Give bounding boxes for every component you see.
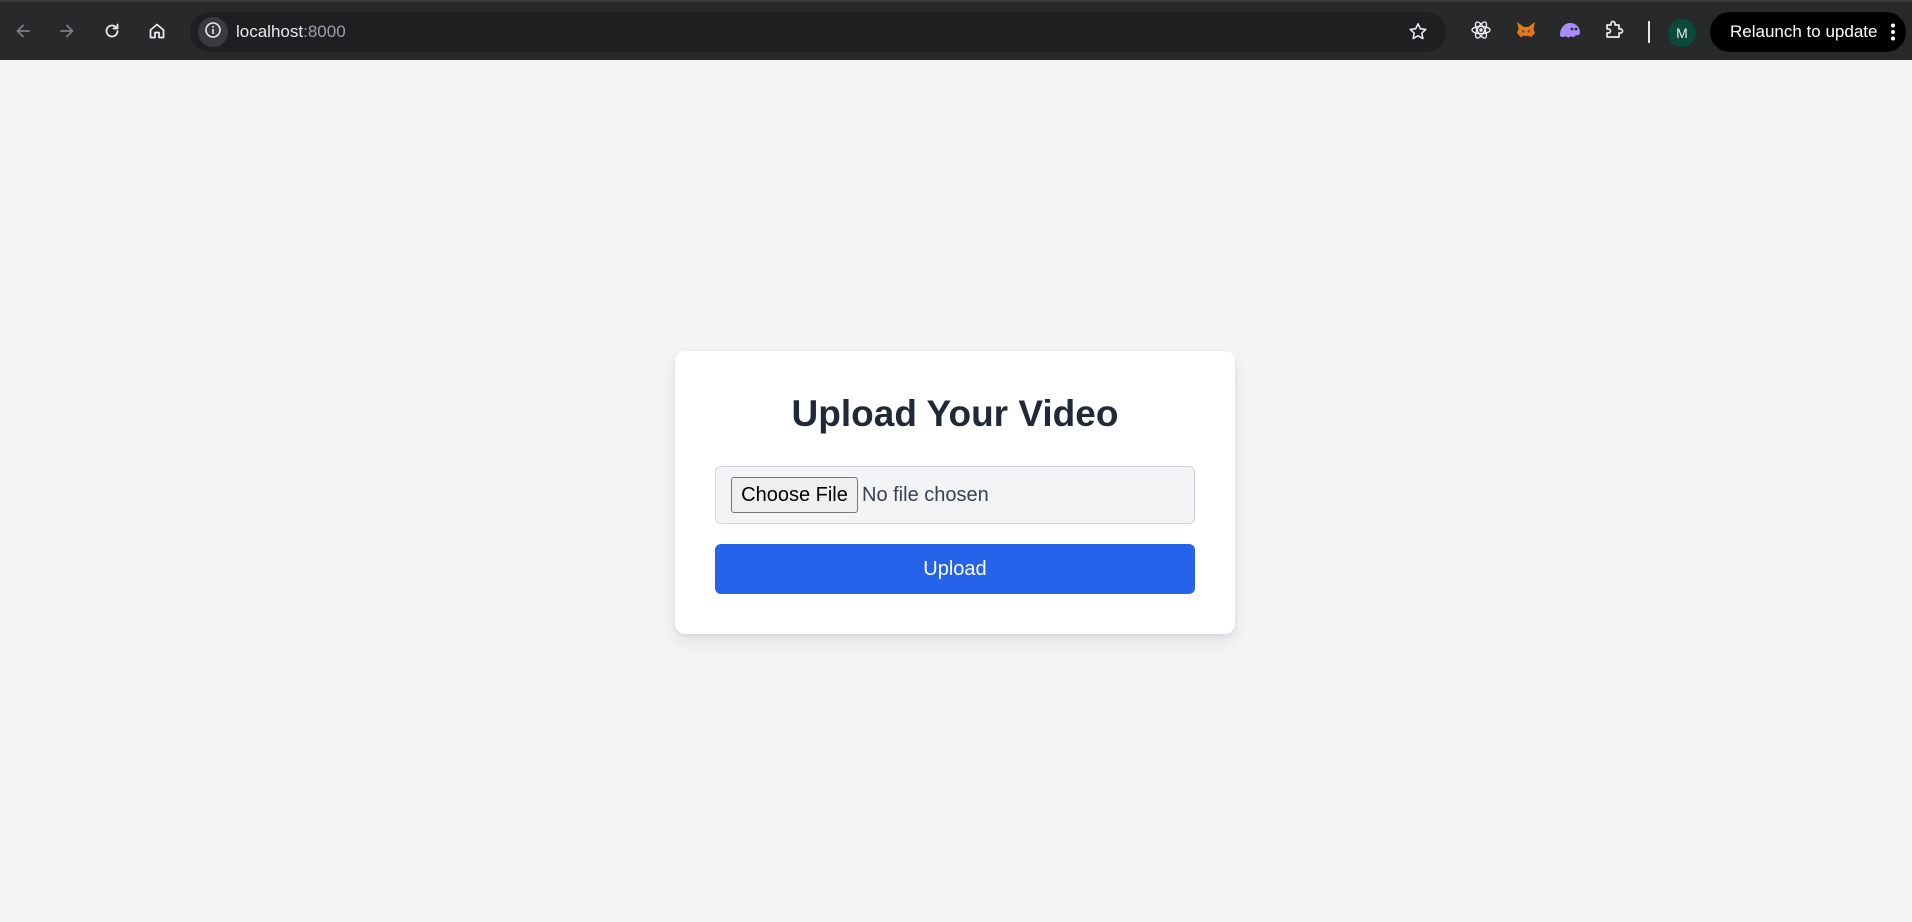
react-devtools-extension[interactable] [1467, 18, 1495, 46]
ghost-extension[interactable] [1556, 18, 1584, 46]
metamask-extension[interactable] [1512, 18, 1540, 46]
forward-button[interactable] [50, 14, 84, 48]
toolbar-surface: localhost:8000 M Relaunch to update [0, 2, 1912, 60]
relaunch-label: Relaunch to update [1730, 22, 1878, 41]
metamask-fox-icon [1514, 18, 1538, 47]
home-button[interactable] [140, 14, 174, 48]
forward-arrow-icon [57, 21, 77, 41]
home-icon [147, 21, 167, 41]
url-port: :8000 [303, 22, 346, 41]
kebab-menu-icon[interactable] [1890, 22, 1896, 47]
star-icon [1406, 23, 1430, 48]
react-devtools-icon [1469, 18, 1493, 47]
choose-file-button[interactable]: Choose File [731, 477, 858, 513]
url-text[interactable]: localhost:8000 [236, 12, 346, 52]
file-status-text: No file chosen [862, 484, 989, 506]
ghost-extension-icon [1557, 18, 1583, 47]
puzzle-extensions-icon [1602, 18, 1626, 47]
extensions-button[interactable] [1600, 18, 1628, 46]
browser-toolbar: localhost:8000 M Relaunch to update [0, 0, 1912, 60]
upload-button[interactable]: Upload [715, 544, 1195, 594]
reload-button[interactable] [95, 14, 129, 48]
toolbar-divider [1648, 21, 1650, 43]
profile-avatar[interactable]: M [1668, 19, 1696, 47]
back-button[interactable] [6, 14, 40, 48]
upload-card: Upload Your Video Choose File No file ch… [675, 351, 1235, 634]
reload-icon [102, 21, 122, 41]
back-arrow-icon [13, 21, 33, 41]
address-bar[interactable]: localhost:8000 [190, 12, 1446, 52]
relaunch-button[interactable]: Relaunch to update [1710, 12, 1906, 52]
info-icon [204, 21, 222, 44]
file-input[interactable]: Choose File No file chosen [715, 466, 1195, 524]
bookmark-button[interactable] [1406, 20, 1430, 49]
url-host: localhost [236, 22, 304, 41]
page-title: Upload Your Video [791, 393, 1119, 434]
site-info-button[interactable] [198, 17, 228, 47]
